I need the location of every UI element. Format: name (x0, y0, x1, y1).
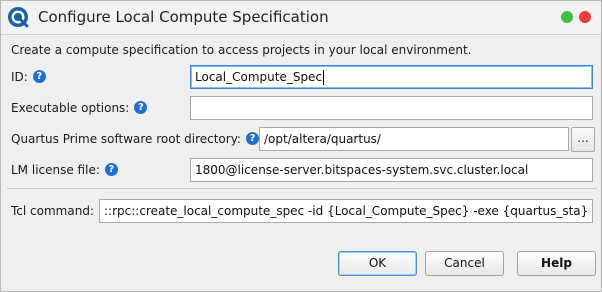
id-label: ID: (11, 70, 28, 84)
tcl-command-field[interactable]: ::rpc::create_local_compute_spec -id {Lo… (99, 199, 593, 223)
license-label: LM license file: (11, 163, 100, 177)
root-dir-label-row: Quartus Prime software root directory:? (11, 131, 259, 147)
exec-options-help-icon[interactable]: ? (134, 101, 148, 114)
exec-options-input[interactable] (190, 96, 593, 120)
license-label-row: LM license file:? (11, 162, 118, 178)
quartus-logo-icon (8, 7, 29, 28)
help-button[interactable]: Help (517, 251, 596, 276)
exec-options-label: Executable options: (11, 101, 130, 115)
id-help-icon[interactable]: ? (32, 70, 46, 83)
root-dir-input[interactable]: /opt/altera/quartus/ (259, 127, 569, 151)
dialog-window: Configure Local Compute Specification Cr… (0, 0, 602, 292)
license-help-icon[interactable]: ? (104, 163, 118, 176)
tcl-label: Tcl command: (11, 204, 94, 218)
tcl-command-text: ::rpc::create_local_compute_spec -id {Lo… (104, 204, 592, 218)
intro-text: Create a compute specification to access… (11, 43, 472, 57)
license-input[interactable]: 1800@license-server.bitspaces-system.svc… (190, 158, 593, 182)
cancel-button[interactable]: Cancel (425, 251, 504, 276)
exec-options-label-row: Executable options:? (11, 100, 148, 116)
maximize-button[interactable] (561, 11, 573, 23)
separator (7, 188, 597, 189)
id-input[interactable]: Local_Compute_Spec (190, 65, 593, 89)
id-label-row: ID:? (11, 69, 46, 85)
browse-button[interactable]: ... (571, 127, 595, 152)
close-button[interactable] (579, 11, 591, 23)
ok-button[interactable]: OK (338, 251, 417, 276)
title-bar: Configure Local Compute Specification (1, 1, 601, 35)
root-dir-label: Quartus Prime software root directory: (11, 132, 241, 146)
text-caret (323, 70, 325, 85)
window-title: Configure Local Compute Specification (38, 8, 329, 26)
root-dir-help-icon[interactable]: ? (245, 132, 259, 145)
id-input-value: Local_Compute_Spec (195, 70, 323, 84)
